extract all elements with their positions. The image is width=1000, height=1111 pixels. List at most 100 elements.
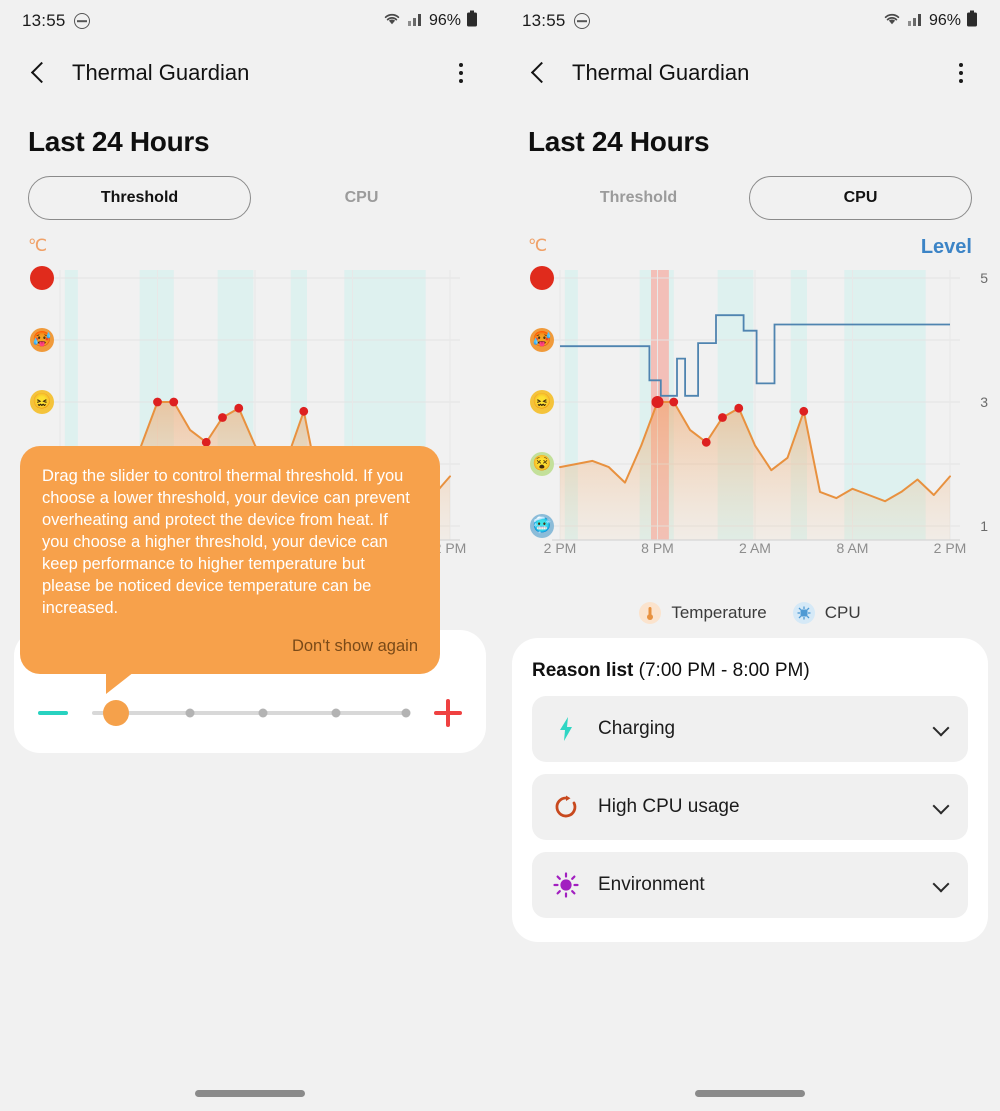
tooltip-text: Drag the slider to control thermal thres… bbox=[42, 467, 410, 617]
chart-unit-label: ℃ bbox=[528, 236, 548, 255]
status-bar-right: 96% bbox=[882, 10, 978, 33]
kebab-menu-icon[interactable] bbox=[946, 58, 976, 88]
level-tick-label: 1 bbox=[980, 518, 988, 534]
reason-list-title-main: Reason list bbox=[532, 660, 634, 681]
app-bar-title: Thermal Guardian bbox=[572, 60, 750, 85]
signal-icon bbox=[907, 11, 924, 32]
slider-tick-2[interactable] bbox=[185, 708, 195, 718]
app-bar: Thermal Guardian bbox=[0, 42, 500, 104]
slider-tick-4[interactable] bbox=[331, 708, 340, 718]
increase-threshold-button[interactable] bbox=[434, 699, 462, 727]
back-arrow-icon[interactable] bbox=[524, 58, 554, 88]
legend-temperature-label: Temperature bbox=[671, 603, 767, 622]
back-arrow-icon[interactable] bbox=[24, 58, 54, 88]
chevron-down-icon[interactable] bbox=[934, 877, 950, 893]
reason-list-card: Reason list (7:00 PM - 8:00 PM) Charging… bbox=[512, 638, 988, 942]
thermometer-icon bbox=[639, 602, 662, 624]
battery-icon bbox=[966, 10, 978, 33]
cpu-plot-area[interactable] bbox=[500, 251, 1000, 568]
hot-face-emoji: 🥵 bbox=[530, 328, 554, 352]
threshold-help-tooltip: Drag the slider to control thermal thres… bbox=[20, 446, 440, 694]
dual-screenshot-container: 13:55 96% Thermal Guardian Last 24 Hours… bbox=[0, 0, 1000, 1111]
threshold-slider-row bbox=[38, 699, 462, 727]
hot-red-circle-emoji bbox=[30, 266, 54, 290]
page-title: Last 24 Hours bbox=[528, 126, 710, 157]
x-axis-tick-label: 2 PM bbox=[543, 540, 577, 556]
reason-row-high-cpu-usage[interactable]: High CPU usage bbox=[532, 774, 968, 840]
home-indicator[interactable] bbox=[695, 1090, 805, 1097]
wifi-icon bbox=[882, 11, 902, 32]
x-axis-tick-label: 8 PM bbox=[641, 540, 674, 556]
signal-icon bbox=[407, 11, 424, 32]
sun-icon bbox=[550, 869, 582, 901]
reason-row-charging[interactable]: Charging bbox=[532, 696, 968, 762]
reason-list-title: Reason list (7:00 PM - 8:00 PM) bbox=[532, 660, 968, 682]
legend-temperature: Temperature bbox=[639, 602, 767, 624]
home-indicator[interactable] bbox=[195, 1090, 305, 1097]
bolt-icon bbox=[550, 713, 582, 745]
dnd-icon bbox=[73, 13, 90, 29]
cpu-refresh-icon bbox=[550, 791, 582, 823]
status-bar-right: 96% bbox=[382, 10, 478, 33]
status-bar-left: 13:55 bbox=[522, 11, 590, 31]
cpu-chart[interactable]: ℃ Level 🥵 😖 😵 🥶 2 PM 8 PM 2 AM 8 AM 2 PM 5 3 1 bbox=[500, 236, 1000, 596]
worried-face-emoji: 😖 bbox=[530, 390, 554, 414]
slider-tick-3[interactable] bbox=[258, 708, 268, 718]
tab-threshold[interactable]: Threshold bbox=[28, 176, 251, 220]
left-tab-bar: Threshold CPU bbox=[0, 176, 500, 220]
battery-icon bbox=[466, 10, 478, 33]
right-screen-cpu: 13:55 96% Thermal Guardian Last 24 Hours… bbox=[500, 0, 1000, 1111]
left-screen-threshold: 13:55 96% Thermal Guardian Last 24 Hours… bbox=[0, 0, 500, 1111]
x-axis-tick-label: 2 PM bbox=[933, 540, 967, 556]
cpu-x-axis: 2 PM 8 PM 2 AM 8 AM 2 PM bbox=[500, 536, 1000, 566]
level-tick-label: 3 bbox=[980, 394, 988, 410]
app-bar: Thermal Guardian bbox=[500, 42, 1000, 104]
page-title: Last 24 Hours bbox=[28, 126, 210, 157]
tab-threshold[interactable]: Threshold bbox=[528, 176, 749, 220]
hot-face-emoji: 🥵 bbox=[30, 328, 54, 352]
hot-red-circle-emoji bbox=[530, 266, 554, 290]
cpu-emoji-axis: 🥵 😖 😵 🥶 bbox=[530, 266, 558, 548]
status-bar: 13:55 96% bbox=[500, 0, 1000, 42]
battery-percent-label: 96% bbox=[428, 12, 461, 29]
tooltip-tail bbox=[106, 671, 134, 694]
x-axis-tick-label: 8 AM bbox=[836, 540, 869, 556]
reason-row-environment[interactable]: Environment bbox=[532, 852, 968, 918]
decrease-threshold-button[interactable] bbox=[38, 711, 68, 715]
right-tab-bar: Threshold CPU bbox=[500, 176, 1000, 220]
worried-face-emoji: 😖 bbox=[30, 390, 54, 414]
status-bar-left: 13:55 bbox=[22, 11, 90, 31]
neutral-green-face-emoji: 😵 bbox=[530, 452, 554, 476]
status-bar-clock: 13:55 bbox=[522, 11, 566, 30]
x-axis-tick-label: 2 AM bbox=[739, 540, 771, 556]
reason-label: Charging bbox=[598, 718, 676, 739]
reason-label: Environment bbox=[598, 874, 705, 895]
battery-percent-label: 96% bbox=[928, 12, 961, 29]
dont-show-again-button[interactable]: Don't show again bbox=[42, 636, 418, 658]
legend-cpu: CPU bbox=[792, 602, 861, 624]
dnd-icon bbox=[573, 13, 590, 29]
kebab-menu-icon[interactable] bbox=[446, 58, 476, 88]
chevron-down-icon[interactable] bbox=[934, 721, 950, 737]
status-bar-clock: 13:55 bbox=[22, 11, 66, 30]
reason-label: High CPU usage bbox=[598, 796, 740, 817]
wifi-icon bbox=[382, 11, 402, 32]
status-bar: 13:55 96% bbox=[0, 0, 500, 42]
slider-track bbox=[92, 711, 410, 715]
cpu-chip-icon bbox=[792, 602, 815, 624]
reason-list-title-range: (7:00 PM - 8:00 PM) bbox=[633, 660, 810, 681]
tab-cpu[interactable]: CPU bbox=[749, 176, 972, 220]
threshold-slider[interactable] bbox=[82, 700, 420, 726]
chevron-down-icon[interactable] bbox=[934, 799, 950, 815]
chart-legend: Temperature CPU bbox=[500, 602, 1000, 624]
chart-unit-label: ℃ bbox=[28, 236, 48, 255]
slider-tick-5[interactable] bbox=[401, 708, 411, 718]
legend-cpu-label: CPU bbox=[824, 603, 861, 622]
slider-thumb[interactable] bbox=[102, 700, 129, 726]
cpu-plot-svg bbox=[552, 251, 960, 541]
cold-face-emoji: 🥶 bbox=[530, 514, 554, 538]
level-axis-label: Level bbox=[920, 236, 972, 258]
tab-cpu[interactable]: CPU bbox=[251, 176, 472, 220]
app-bar-title: Thermal Guardian bbox=[72, 60, 250, 85]
level-tick-label: 5 bbox=[980, 270, 988, 286]
